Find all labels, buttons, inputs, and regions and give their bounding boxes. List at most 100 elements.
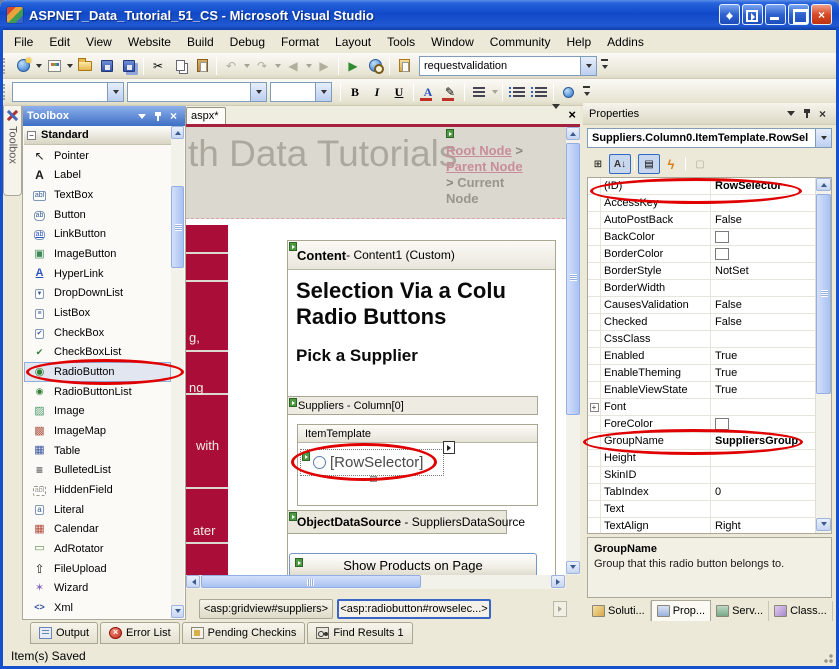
toolbox-item-label[interactable]: ALabel (24, 166, 171, 186)
scroll-left-button[interactable] (186, 575, 200, 588)
save-button[interactable] (96, 55, 118, 76)
screen-switch-button[interactable] (719, 4, 740, 25)
property-row-height[interactable]: Height (588, 450, 831, 467)
radiobutton-selection[interactable]: [RowSelector] (300, 449, 444, 476)
tab-error-list[interactable]: Error List (100, 622, 180, 644)
toolbox-item-bulletedlist[interactable]: ≡BulletedList (24, 461, 171, 481)
toolbox-item-calendar[interactable]: ▦Calendar (24, 519, 171, 539)
toolbox-item-checkbox[interactable]: ✔CheckBox (24, 323, 171, 343)
gridview-column-header[interactable]: Suppliers - Column[0] (287, 396, 538, 415)
toolbox-item-dropdownlist[interactable]: ▼DropDownList (24, 284, 171, 304)
toolbox-item-xml[interactable]: <>Xml (24, 598, 171, 618)
toolbox-item-table[interactable]: ▦Table (24, 441, 171, 461)
menu-help[interactable]: Help (558, 32, 599, 52)
toolbox-item-literal[interactable]: aLiteral (24, 500, 171, 520)
menu-window[interactable]: Window (423, 32, 482, 52)
toolbox-item-hyperlink[interactable]: AHyperLink (24, 264, 171, 284)
alphabetical-button[interactable]: A↓ (609, 154, 631, 174)
redo-dropdown[interactable] (273, 55, 282, 76)
underline-button[interactable]: U (388, 82, 410, 103)
save-all-button[interactable] (118, 55, 140, 76)
menu-layout[interactable]: Layout (327, 32, 379, 52)
breadcrumb-parent-link[interactable]: Parent Node (446, 159, 523, 174)
scroll-right-button[interactable] (551, 575, 565, 588)
search-combo-value[interactable]: requestvalidation (420, 60, 580, 72)
breadcrumb-root-link[interactable]: Root Node (446, 143, 512, 158)
find-in-files-button[interactable] (393, 55, 415, 76)
navigate-back-button[interactable]: ◀ (282, 55, 304, 76)
toolbar-grip[interactable] (3, 58, 8, 74)
object-selector-combo[interactable]: Suppliers.Column0.ItemTemplate.RowSel (587, 128, 832, 148)
property-row-causesvalidation[interactable]: CausesValidationFalse (588, 297, 831, 314)
menu-edit[interactable]: Edit (41, 32, 78, 52)
property-row-font[interactable]: +Font (588, 399, 831, 416)
scrollbar-thumb[interactable] (816, 194, 831, 394)
content-placeholder[interactable]: Content - Content1 (Custom) Selection Vi… (287, 240, 556, 575)
properties-pin-button[interactable] (799, 107, 814, 121)
tab-class-view[interactable]: Class... (769, 601, 833, 621)
properties-close-button[interactable]: × (815, 107, 830, 121)
object-selector-value[interactable]: Suppliers.Column0.ItemTemplate.RowSel (588, 132, 815, 144)
menu-community[interactable]: Community (482, 32, 559, 52)
toolbox-autohide-tab[interactable]: Toolbox (3, 106, 22, 196)
toolbox-item-button[interactable]: abButton (24, 205, 171, 225)
toolbox-item-image[interactable]: ▨Image (24, 402, 171, 422)
menu-tools[interactable]: Tools (379, 32, 423, 52)
property-grid-scrollbar[interactable] (815, 178, 831, 533)
menu-file[interactable]: File (6, 32, 41, 52)
toolbox-item-pointer[interactable]: ↖Pointer (24, 146, 171, 166)
tab-properties[interactable]: Prop... (651, 600, 711, 621)
target-rule-combo[interactable] (12, 82, 124, 102)
toolbox-item-fileupload[interactable]: ⇧FileUpload (24, 559, 171, 579)
scrollbar-thumb[interactable] (566, 143, 580, 415)
property-row-bordercolor[interactable]: BorderColor (588, 246, 831, 263)
itemtemplate-region[interactable]: ItemTemplate [RowSelector] (297, 424, 538, 506)
object-selector-dropdown[interactable] (815, 129, 831, 147)
new-website-dropdown[interactable] (34, 55, 43, 76)
document-list-dropdown[interactable] (552, 109, 560, 121)
property-row-borderstyle[interactable]: BorderStyleNotSet (588, 263, 831, 280)
properties-window-menu-button[interactable] (783, 107, 798, 121)
redo-button[interactable]: ↷ (251, 55, 273, 76)
toolbox-section-standard[interactable]: − Standard (24, 126, 171, 145)
maximize-button[interactable] (788, 4, 809, 25)
document-close-button[interactable]: × (568, 110, 576, 120)
show-products-button[interactable]: Show Products on Page (289, 553, 537, 575)
font-size-combo[interactable] (270, 82, 332, 102)
search-combo[interactable]: requestvalidation (419, 56, 597, 76)
scroll-down-button[interactable] (566, 561, 580, 574)
toolbox-item-radiobuttonlist[interactable]: ◉RadioButtonList (24, 382, 171, 402)
property-row-id[interactable]: (ID)RowSelector (588, 178, 831, 195)
copy-button[interactable] (169, 55, 191, 76)
start-debugging-button[interactable]: ▶ (342, 55, 364, 76)
open-file-button[interactable] (74, 55, 96, 76)
property-row-borderwidth[interactable]: BorderWidth (588, 280, 831, 297)
resize-grip[interactable] (821, 651, 834, 664)
tag-nav-next-button[interactable] (553, 601, 567, 617)
toolbox-title-bar[interactable]: Toolbox × (23, 106, 185, 126)
new-website-button[interactable] (12, 55, 34, 76)
close-button[interactable]: × (811, 4, 832, 25)
property-row-tabindex[interactable]: TabIndex0 (588, 484, 831, 501)
properties-view-button[interactable]: ▤ (638, 154, 660, 174)
property-row-enableviewstate[interactable]: EnableViewStateTrue (588, 382, 831, 399)
navigate-back-dropdown[interactable] (304, 55, 313, 76)
font-color-button[interactable]: A (417, 82, 439, 103)
toolbox-pin-button[interactable] (150, 109, 165, 123)
undo-button[interactable]: ↶ (220, 55, 242, 76)
toolbox-item-listbox[interactable]: ≡ListBox (24, 303, 171, 323)
designer-horizontal-scrollbar[interactable] (186, 575, 566, 589)
tag-gridview[interactable]: <asp:gridview#suppliers> (199, 599, 333, 619)
tab-output[interactable]: Output (30, 622, 98, 644)
tab-find-results[interactable]: Find Results 1 (307, 622, 412, 644)
search-combo-dropdown[interactable] (580, 57, 596, 75)
toolbox-item-checkboxlist[interactable]: ✔CheckBoxList (24, 343, 171, 363)
toolbox-item-adrotator[interactable]: ▭AdRotator (24, 539, 171, 559)
cut-button[interactable]: ✂ (147, 55, 169, 76)
toolbox-item-radiobutton[interactable]: ◉RadioButton (24, 362, 171, 382)
menu-debug[interactable]: Debug (222, 32, 273, 52)
property-row-accesskey[interactable]: AccessKey (588, 195, 831, 212)
menu-website[interactable]: Website (120, 32, 179, 52)
highlight-button[interactable]: ✎ (439, 82, 461, 103)
toolbox-item-imagebutton[interactable]: ▣ImageButton (24, 244, 171, 264)
